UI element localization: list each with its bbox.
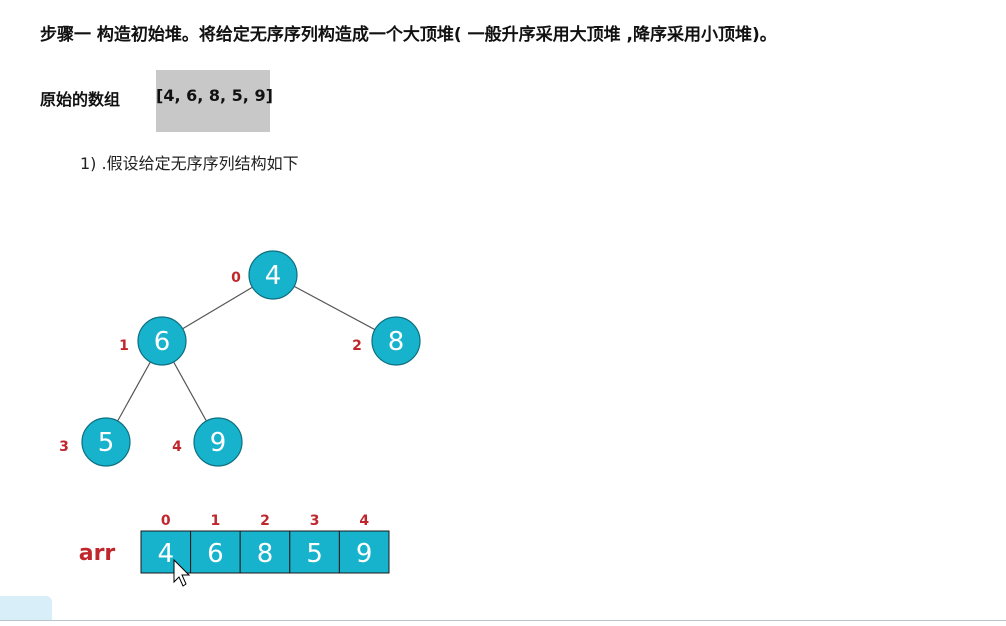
tree-node-value: 8 [388,327,405,357]
bottom-divider [0,620,1006,621]
tree-node-index-label: 4 [172,439,182,455]
array-index-label: 0 [161,513,171,529]
array-index-label: 1 [211,513,221,529]
array-name-label: arr [79,541,116,566]
tree-node-value: 9 [210,428,227,458]
array-cell-value: 4 [158,539,175,569]
array-index-label: 4 [359,513,369,529]
tree-node-value: 4 [265,261,282,291]
tree-node-2: 82 [352,316,421,366]
array-visual: arr 4 0 6 1 8 2 5 3 9 4 [79,513,390,574]
tree-node-index-label: 1 [119,338,129,354]
heap-diagram: 4061 8253 94 arr 4061825394 [59,250,421,587]
array-index-label: 2 [260,513,270,529]
tree-node-index-label: 0 [231,270,241,286]
tree-node-value: 5 [98,428,115,458]
tree-node-3: 53 [59,417,131,467]
array-cell-value: 5 [306,539,323,569]
tree-node-1: 61 [119,316,187,366]
array-cell-value: 6 [207,539,224,569]
tree-nodes: 4061 8253 94 [59,250,421,467]
array-index-label: 3 [310,513,320,529]
corner-decoration [0,596,52,620]
tree-node-value: 6 [154,327,171,357]
tree-node-0: 40 [231,250,298,300]
array-cell-value: 8 [257,539,274,569]
tree-node-4: 94 [172,417,243,467]
tree-node-index-label: 2 [352,338,362,354]
page: 步骤一 构造初始堆。将给定无序序列构造成一个大顶堆( 一般升序采用大顶堆 ,降序… [0,0,1006,626]
array-cell-value: 9 [356,539,373,569]
tree-node-index-label: 3 [59,439,69,455]
